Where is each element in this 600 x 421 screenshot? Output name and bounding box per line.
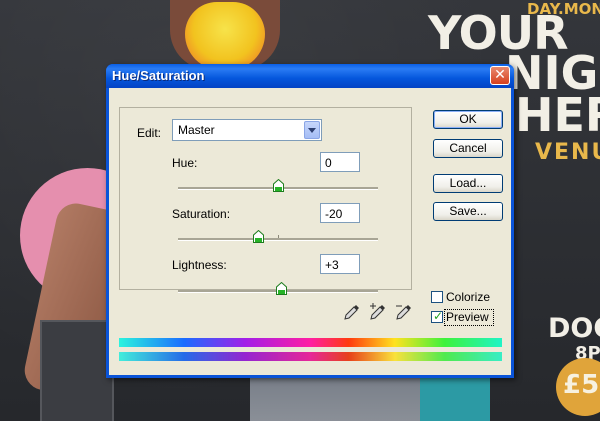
- hue-input[interactable]: 0: [320, 152, 360, 172]
- load-button[interactable]: Load...: [433, 174, 503, 193]
- edit-channel-select[interactable]: Master: [172, 119, 322, 141]
- eyedropper-minus-icon[interactable]: [395, 303, 413, 321]
- hue-label: Hue:: [172, 156, 198, 170]
- lightness-label: Lightness:: [172, 258, 227, 272]
- eyedropper-icon[interactable]: [343, 303, 361, 321]
- save-button[interactable]: Save...: [433, 202, 503, 221]
- hue-slider-thumb[interactable]: [272, 179, 284, 192]
- dialog-title: Hue/Saturation: [112, 68, 205, 83]
- poster-headline-here: HERE: [515, 88, 600, 142]
- saturation-center-tick: [278, 235, 279, 238]
- dialog-titlebar[interactable]: Hue/Saturation ✕: [106, 64, 514, 88]
- close-button[interactable]: ✕: [490, 66, 510, 85]
- saturation-slider-thumb[interactable]: [252, 230, 264, 243]
- output-color-spectrum: [119, 352, 502, 361]
- adjustment-group: Edit: Master Hue: 0 Saturation: -20 Ligh…: [119, 107, 412, 295]
- chevron-down-icon: [308, 128, 316, 133]
- poster-date: DAY.MONTH.: [527, 0, 600, 18]
- lightness-slider-thumb[interactable]: [275, 282, 287, 295]
- saturation-label: Saturation:: [172, 207, 231, 221]
- cancel-button[interactable]: Cancel: [433, 139, 503, 158]
- poster-price: £5: [563, 370, 600, 400]
- colorize-checkbox[interactable]: [431, 291, 443, 303]
- lightness-input[interactable]: +3: [320, 254, 360, 274]
- eyedropper-plus-icon[interactable]: [369, 303, 387, 321]
- lightness-slider-track[interactable]: [178, 282, 378, 295]
- poster-speaker: [40, 320, 114, 421]
- edit-dropdown-button[interactable]: [304, 121, 320, 139]
- colorize-label[interactable]: Colorize: [446, 290, 490, 304]
- edit-label: Edit:: [137, 126, 162, 140]
- ok-button[interactable]: OK: [433, 110, 503, 129]
- poster-doors: DOOR: [548, 313, 600, 344]
- check-icon: ✓: [433, 309, 444, 323]
- poster-venue: VENUE: [535, 140, 600, 165]
- preview-checkbox[interactable]: ✓: [431, 309, 444, 323]
- hue-saturation-dialog: Hue/Saturation ✕ Edit: Master Hue: 0 Sat…: [106, 64, 514, 378]
- input-color-spectrum: [119, 338, 502, 347]
- saturation-input[interactable]: -20: [320, 203, 360, 223]
- preview-label[interactable]: Preview: [446, 310, 489, 324]
- close-icon: ✕: [494, 67, 506, 83]
- dialog-body: Edit: Master Hue: 0 Saturation: -20 Ligh…: [109, 88, 511, 375]
- saturation-slider-track[interactable]: [178, 230, 378, 243]
- hue-slider-track[interactable]: [178, 179, 378, 192]
- poster-yellow-face: [185, 2, 265, 70]
- edit-channel-value: Master: [178, 123, 215, 137]
